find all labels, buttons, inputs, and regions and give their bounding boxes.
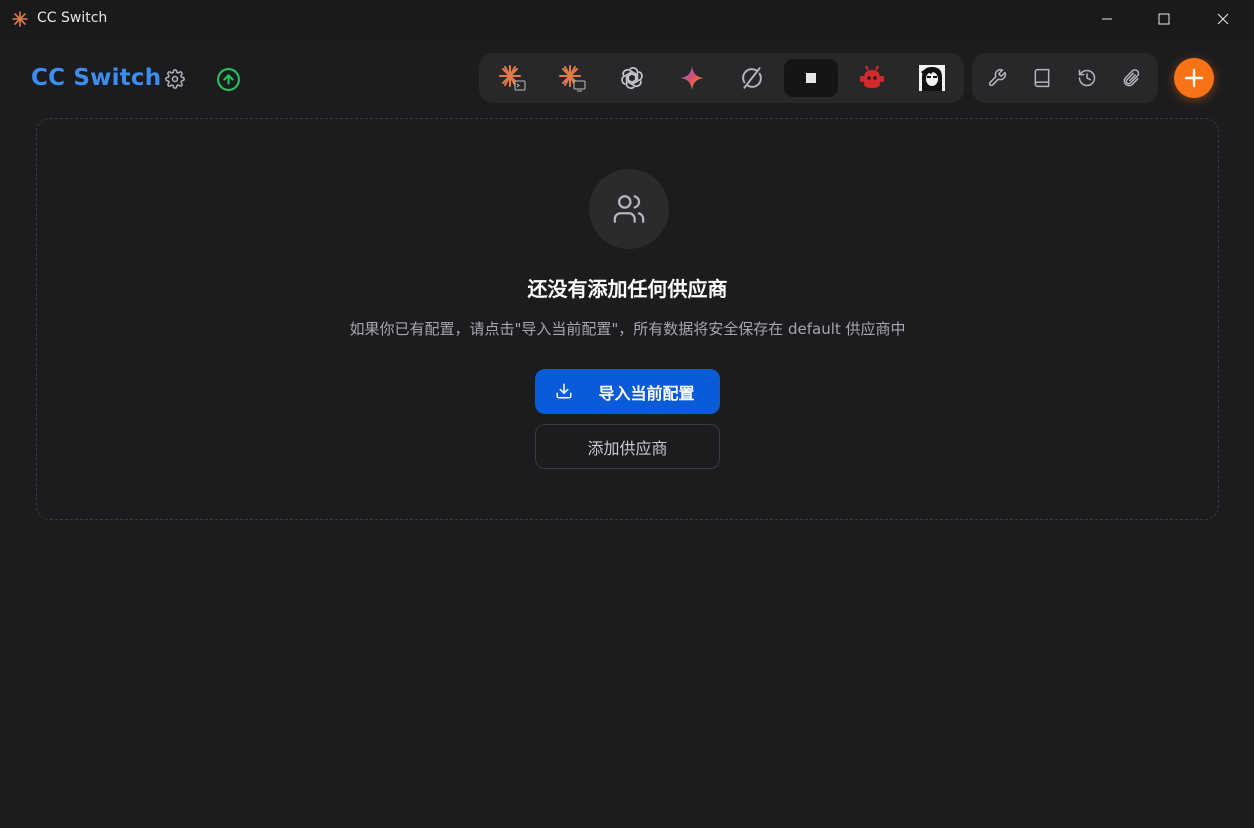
tools-button[interactable] <box>980 62 1014 94</box>
users-icon <box>613 195 645 223</box>
empty-state-title: 还没有添加任何供应商 <box>527 277 728 301</box>
square-icon <box>806 73 816 83</box>
maximize-button[interactable] <box>1135 0 1193 38</box>
gear-icon <box>165 69 185 89</box>
close-button[interactable] <box>1194 0 1252 38</box>
import-config-button[interactable]: 导入当前配置 <box>535 369 720 414</box>
app-avatar[interactable] <box>905 59 959 97</box>
settings-button[interactable] <box>162 66 188 92</box>
app-logo-icon <box>12 11 28 27</box>
title-bar: CC Switch <box>0 0 1254 38</box>
app-openai[interactable] <box>605 59 659 97</box>
add-provider-button[interactable]: 添加供应商 <box>535 424 720 469</box>
empty-state-icon-circle <box>589 169 669 249</box>
arrow-up-circle-icon <box>216 67 240 91</box>
empty-state-description: 如果你已有配置，请点击"导入当前配置"，所有数据将安全保存在 default 供… <box>349 320 906 338</box>
app-square[interactable] <box>784 59 838 97</box>
app-switcher <box>479 53 964 103</box>
close-icon <box>1217 13 1229 25</box>
book-icon <box>1034 68 1050 88</box>
claude-terminal-icon <box>499 65 526 91</box>
attachment-button[interactable] <box>1115 62 1149 94</box>
app-gemini[interactable] <box>665 59 719 97</box>
import-config-label: 导入当前配置 <box>598 383 695 403</box>
minimize-icon <box>1102 18 1112 20</box>
wrench-icon <box>988 68 1007 87</box>
paperclip-icon <box>1123 69 1140 87</box>
claude-desktop-icon <box>559 65 586 92</box>
history-button[interactable] <box>1070 62 1104 94</box>
window-title: CC Switch <box>37 10 108 26</box>
empty-state-panel: 还没有添加任何供应商 如果你已有配置，请点击"导入当前配置"，所有数据将安全保存… <box>36 118 1219 520</box>
brand-title: CC Switch <box>31 65 162 91</box>
app-claude-desktop[interactable] <box>545 59 599 97</box>
sync-icon <box>742 67 762 89</box>
openai-icon <box>621 67 643 89</box>
plus-icon <box>1184 68 1204 88</box>
maximize-icon <box>1158 13 1170 25</box>
portrait-icon <box>919 65 945 91</box>
minimize-button[interactable] <box>1078 0 1136 38</box>
app-sync[interactable] <box>725 59 779 97</box>
download-icon <box>556 383 572 399</box>
docs-button[interactable] <box>1025 62 1059 94</box>
red-robot-icon <box>860 65 884 88</box>
add-provider-fab[interactable] <box>1174 58 1214 98</box>
app-claude-code[interactable] <box>485 59 539 97</box>
history-icon <box>1078 69 1096 87</box>
update-button[interactable] <box>214 65 242 93</box>
add-provider-label: 添加供应商 <box>587 438 668 458</box>
gemini-icon <box>680 66 704 90</box>
app-mascot[interactable] <box>845 59 899 97</box>
tool-bar <box>972 53 1158 103</box>
